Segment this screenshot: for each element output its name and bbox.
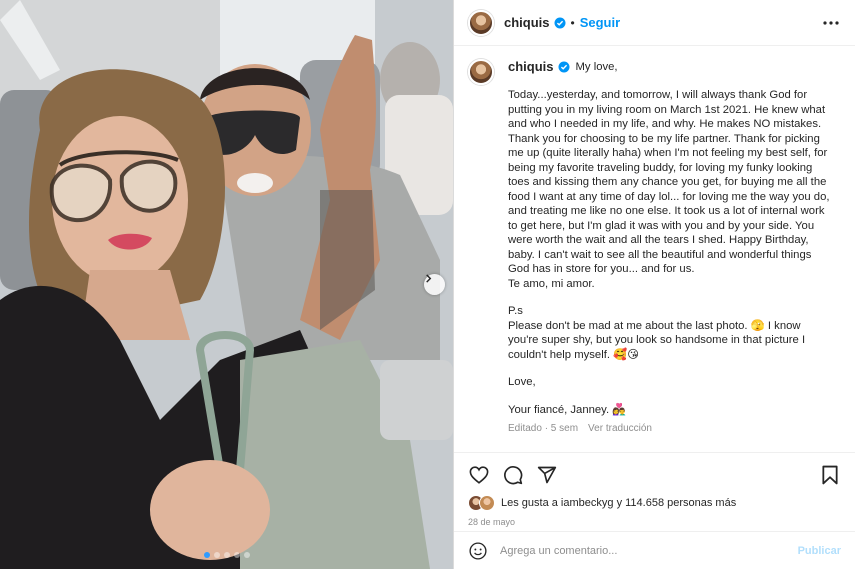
post-date[interactable]: 28 de mayo [468,517,841,527]
comment-icon [504,466,523,485]
like-button[interactable] [468,464,490,486]
liker-avatar [479,495,495,511]
comment-bar: Publicar [454,531,855,569]
username-link[interactable]: chiquis [504,15,550,30]
carousel-dot [203,552,210,558]
share-icon [537,466,557,484]
translate-link[interactable]: Ver traducción [588,422,652,437]
heart-icon [469,466,489,484]
action-bar [468,463,841,487]
bookmark-icon [822,465,838,485]
comment-button[interactable] [502,464,524,486]
carousel-dot [233,552,240,558]
avatar[interactable] [468,59,494,85]
likes-summary[interactable]: Les gusta a iambeckyg y 114.658 personas… [468,495,841,511]
selfie-illustration [0,0,453,569]
caption-sign-name: Your fiancé, Janney. 👩‍❤️‍👨 [508,403,627,416]
carousel-dot [223,552,230,558]
carousel-dot [213,552,220,558]
caption-sign-love: Love, [508,376,536,388]
caption-username-link[interactable]: chiquis [508,59,554,75]
post-header: chiquis • Seguir [454,0,855,46]
carousel-next-button[interactable] [424,274,445,295]
likes-text: Les gusta a iambeckyg y 114.658 personas… [501,497,737,509]
share-button[interactable] [536,464,558,486]
post-side-panel: chiquis • Seguir chiquis My love, Today.… [453,0,855,569]
caption-area: chiquis My love, Today...yesterday, and … [454,46,855,452]
verified-badge-icon [558,61,570,73]
edited-timestamp: Editado · 5 sem [508,423,579,434]
separator-dot: • [570,15,575,30]
comment-input[interactable] [500,544,798,557]
caption-ps: P.s Please don't be mad at me about the … [508,305,806,361]
more-options-icon [823,20,839,25]
instagram-post: chiquis • Seguir chiquis My love, Today.… [0,0,855,569]
caption-header: chiquis My love, [508,59,833,75]
more-options-button[interactable] [821,13,841,33]
emoji-icon [469,541,487,560]
emoji-button[interactable] [468,541,488,561]
publish-button[interactable]: Publicar [798,545,841,557]
caption-greeting: My love, [575,60,618,73]
avatar[interactable] [468,9,494,36]
caption-meta: Editado · 5 sem Ver traducción [508,422,833,437]
carousel-dot [243,552,250,558]
follow-button[interactable]: Seguir [580,15,620,30]
post-photo[interactable] [0,0,453,569]
caption-body: Today...yesterday, and tomorrow, I will … [508,89,830,290]
caption: chiquis My love, Today...yesterday, and … [508,59,833,452]
save-button[interactable] [819,464,841,486]
chevron-right-icon [426,274,432,283]
verified-badge-icon [554,17,566,28]
carousel-indicator [0,552,453,558]
